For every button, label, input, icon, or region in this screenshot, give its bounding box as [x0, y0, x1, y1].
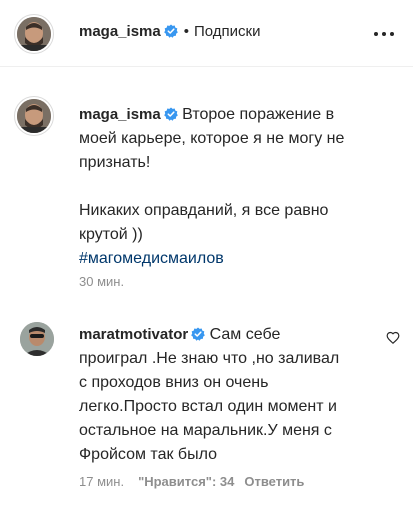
comment-timestamp[interactable]: 17 мин.: [79, 474, 124, 489]
comment-line: проиграл .Не знаю что ,но заливал: [79, 350, 340, 367]
dot: [374, 32, 378, 36]
caption-line: maga_isma Второе поражение в: [79, 103, 399, 127]
comment-avatar[interactable]: [20, 322, 54, 356]
comment-line: с проходов вниз он очень: [79, 374, 269, 391]
header-title: maga_isma • Подписки: [79, 23, 260, 40]
header-username[interactable]: maga_isma: [79, 23, 161, 40]
dot: [390, 32, 394, 36]
caption-line: моей карьере, которое я не могу не: [79, 130, 345, 147]
avatar-image: [20, 322, 54, 356]
comment-username[interactable]: maratmotivator: [79, 326, 188, 343]
dot: [382, 32, 386, 36]
avatar[interactable]: [17, 17, 51, 51]
post-caption: maga_isma Второе поражение в моей карьер…: [79, 103, 399, 271]
hashtag-link[interactable]: #магомедисмаилов: [79, 247, 399, 271]
caption-line: признать!: [79, 154, 151, 171]
reply-button[interactable]: Ответить: [244, 474, 304, 489]
comment-line: Фройсом так было: [79, 446, 217, 463]
comment-text: Сам себе: [209, 326, 281, 343]
verified-badge-icon: [191, 327, 206, 341]
following-button[interactable]: Подписки: [194, 23, 261, 40]
post-username[interactable]: maga_isma: [79, 106, 161, 123]
caption-line: Никаких оправданий, я все равно: [79, 202, 329, 219]
caption-text: Второе поражение в: [182, 106, 335, 123]
verified-badge-icon: [163, 24, 178, 38]
comment-line: остальное на маральник.У меня с: [79, 422, 332, 439]
comment-meta: 17 мин. "Нравится": 34 Ответить: [79, 474, 304, 489]
comment-line: maratmotivator Сам себе: [79, 323, 399, 347]
verified-badge-icon: [163, 107, 178, 121]
comment-likes[interactable]: "Нравится": 34: [138, 474, 234, 489]
post-header: maga_isma • Подписки: [0, 0, 413, 67]
comment-line: легко.Просто встал один момент и: [79, 398, 337, 415]
comment-body: maratmotivator Сам себе проиграл .Не зна…: [79, 323, 399, 467]
post-timestamp[interactable]: 30 мин.: [79, 274, 124, 289]
avatar-image: [17, 99, 51, 133]
more-options-icon[interactable]: [372, 24, 396, 44]
heart-outline-icon[interactable]: [386, 331, 400, 345]
separator-dot: •: [183, 23, 189, 40]
caption-line: крутой )): [79, 226, 143, 243]
avatar-image: [17, 17, 51, 51]
post-avatar[interactable]: [17, 99, 51, 133]
